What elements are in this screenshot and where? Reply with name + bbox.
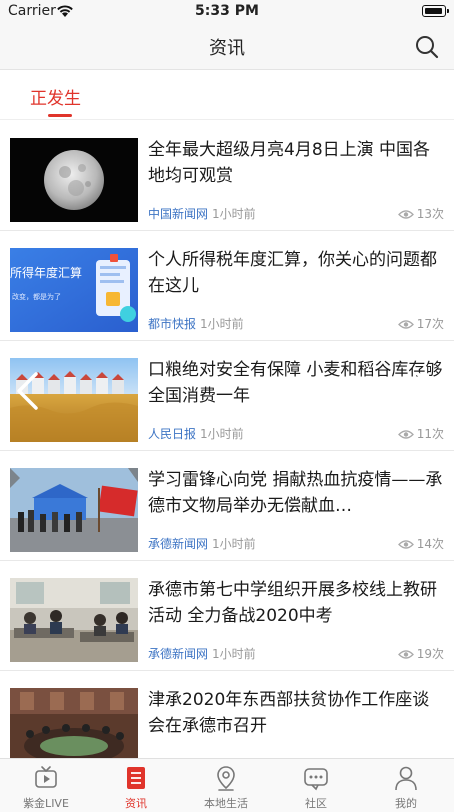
tab-happening-now[interactable]: 正发生 [30,84,81,109]
news-thumbnail-blood-donation [10,468,138,552]
eye-icon [397,540,414,549]
eye-icon [397,210,414,219]
news-headline: 学习雷锋心向党 捐献热血抗疫情——承德市文物局举办无偿献血… [148,470,443,516]
news-time: 1小时前 [200,317,244,331]
eye-icon [397,430,414,439]
news-item[interactable]: 学习雷锋心向党 捐献热血抗疫情——承德市文物局举办无偿献血… 承德新闻网 1小时前… [0,451,454,561]
active-tab-indicator [48,114,72,117]
chat-bubble-icon [304,768,328,791]
news-views: 13次 [397,205,444,222]
news-view-count: 14次 [416,537,444,551]
news-list-icon [127,767,145,789]
news-views: 14次 [397,535,444,552]
status-time: 5:33 PM [195,3,259,19]
tab-local-life[interactable]: 本地生活 [181,759,271,812]
news-source: 都市快报 [148,317,197,331]
news-headline: 个人所得税年度汇算，你关心的问题都在这儿 [148,250,437,296]
tv-icon [35,766,57,788]
eye-icon [397,650,414,659]
location-pin-icon [217,766,235,791]
news-thumbnail-tax: 所得年度汇算 改变，都是为了 [10,248,138,332]
news-thumbnail-conference [10,688,138,758]
news-meta: 承德新闻网 1小时前 [148,535,256,552]
news-time: 1小时前 [200,427,244,441]
news-time: 1小时前 [212,537,256,551]
news-meta: 承德新闻网 1小时前 [148,645,256,662]
news-item[interactable]: 口粮绝对安全有保障 小麦和稻谷库存够全国消费一年 人民日报 1小时前 11次 [0,341,454,451]
news-thumbnail-classroom [10,578,138,662]
news-source: 人民日报 [148,427,197,441]
news-feed[interactable]: 全年最大超级月亮4月8日上演 中国各地均可观赏 中国新闻网 1小时前 13次 所… [0,121,454,758]
news-source: 承德新闻网 [148,537,209,551]
carousel-prev-arrow-icon[interactable] [14,371,40,411]
tax-banner-text: 所得年度汇算 [10,266,83,280]
page-title: 资讯 [209,38,245,59]
news-headline: 全年最大超级月亮4月8日上演 中国各地均可观赏 [148,140,431,186]
news-item[interactable]: 所得年度汇算 改变，都是为了 个人所得税年度汇算，你关心的问题都在这儿 都市快报… [0,231,454,341]
tab-news[interactable]: 资讯 [91,759,181,812]
news-meta: 都市快报 1小时前 [148,315,244,332]
news-time: 1小时前 [212,647,256,661]
news-headline: 口粮绝对安全有保障 小麦和稻谷库存够全国消费一年 [148,360,443,406]
tab-mine[interactable]: 我的 [361,759,451,812]
search-icon[interactable] [414,34,440,60]
news-views: 11次 [397,425,444,442]
category-tabs: 正发生 [0,70,454,120]
news-view-count: 11次 [416,427,444,441]
tab-label: 我的 [395,797,417,810]
tab-label: 资讯 [125,797,147,810]
news-views: 17次 [397,315,444,332]
status-bar: Carrier 5:33 PM [0,0,454,24]
news-item[interactable]: 全年最大超级月亮4月8日上演 中国各地均可观赏 中国新闻网 1小时前 13次 [0,121,454,231]
tab-community[interactable]: 社区 [271,759,361,812]
news-headline: 承德市第七中学组织开展多校线上教研活动 全力备战2020中考 [148,580,437,626]
tax-banner-subtext: 改变，都是为了 [12,293,61,301]
news-thumbnail-moon [10,138,138,222]
news-meta: 中国新闻网 1小时前 [148,205,256,222]
carousel-next-arrow-icon[interactable] [414,371,440,411]
news-source: 中国新闻网 [148,207,209,221]
news-time: 1小时前 [212,207,256,221]
news-item[interactable]: 承德市第七中学组织开展多校线上教研活动 全力备战2020中考 承德新闻网 1小时前… [0,561,454,671]
news-view-count: 17次 [416,317,444,331]
tab-label: 紫金LIVE [23,797,69,810]
news-source: 承德新闻网 [148,647,209,661]
news-view-count: 13次 [416,207,444,221]
news-item[interactable]: 津承2020年东西部扶贫协作工作座谈会在承德市召开 [0,671,454,758]
bottom-tab-bar: 紫金LIVE 资讯 本地生活 社区 我的 [0,758,454,812]
tab-label: 社区 [305,797,327,810]
battery-icon [422,5,449,17]
eye-icon [397,320,414,329]
nav-bar: 资讯 [0,24,454,70]
person-icon [395,766,417,791]
news-views: 19次 [397,645,444,662]
news-headline: 津承2020年东西部扶贫协作工作座谈会在承德市召开 [148,690,430,736]
news-view-count: 19次 [416,647,444,661]
news-meta: 人民日报 1小时前 [148,425,244,442]
tab-label: 本地生活 [204,797,248,810]
tab-zijin-live[interactable]: 紫金LIVE [1,759,91,812]
